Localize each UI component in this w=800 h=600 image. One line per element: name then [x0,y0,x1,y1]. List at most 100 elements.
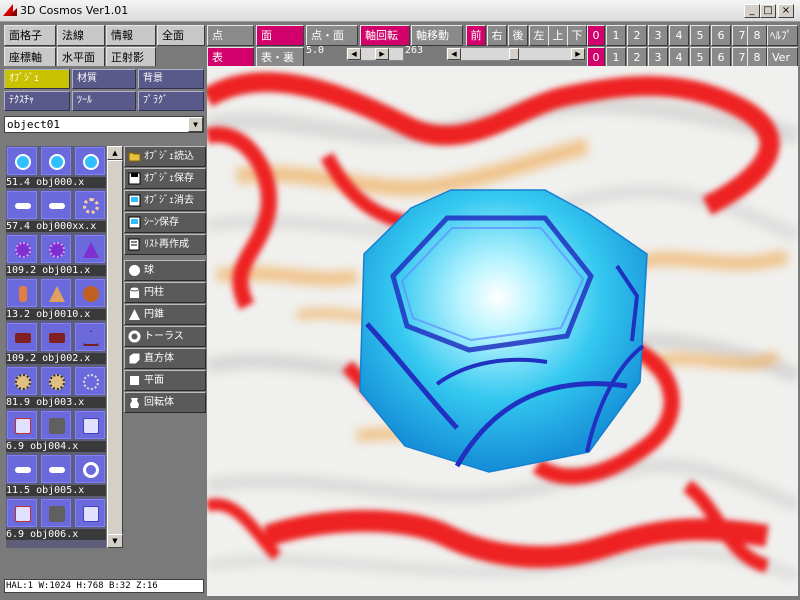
cube-icon [128,352,141,365]
title-bar: 3D Cosmos Ver1.01 _ □ × [0,0,800,22]
load-object-button[interactable]: ｵﾌﾞｼﾞｪ読込 [124,146,206,167]
box-button[interactable]: 直方体 [124,348,206,369]
viewport-canvas[interactable] [207,66,798,596]
scroll-up-icon[interactable]: ▲ [107,146,123,160]
close-button[interactable]: × [778,4,794,18]
row2-num-8[interactable]: 8 [747,47,767,68]
toolbar-axis-rotate-button[interactable]: 軸回転 [360,25,410,46]
toolbar-horizontal-plane-button[interactable]: 水平面 [57,47,105,68]
window-title: 3D Cosmos Ver1.01 [20,4,129,17]
row1-num-0[interactable]: 0 [587,25,605,46]
main-slider[interactable]: ◀ ▶ [446,47,586,61]
toolbar-allface-button[interactable]: 全面 [157,25,205,46]
torus-label: トーラス [144,331,184,342]
row1-num-4[interactable]: 4 [669,25,689,46]
row2-num-2[interactable]: 2 [627,47,647,68]
cylinder-icon [129,286,140,298]
3d-object[interactable] [359,189,648,473]
plane-button[interactable]: 平面 [124,370,206,391]
toolbar-point-button[interactable]: 点 [207,25,254,46]
rebuild-list-button[interactable]: ﾘｽﾄ再作成 [124,234,206,255]
toolbar-axis-move-button[interactable]: 軸移動 [411,25,463,46]
thumbnail-row[interactable]: 6.9 obj006.x [6,498,106,542]
thumbnail-row[interactable]: 11.5 obj005.x [6,454,106,498]
row2-num-3[interactable]: 3 [648,47,668,68]
torus-button[interactable]: トーラス [124,326,206,347]
help-button[interactable]: ﾍﾙﾌﾟ [767,25,798,46]
row2-num-4[interactable]: 4 [669,47,689,68]
main-slider-right-arrow-icon[interactable]: ▶ [571,48,585,60]
save-scene-label: ｼｰﾝ保存 [144,217,179,228]
tab-object[interactable]: ｵﾌﾞｼﾞｪ [4,69,70,89]
toolbar-info-button[interactable]: 情報 [106,25,156,46]
lathe-label: 回転体 [144,397,174,408]
toolbar-normal-button[interactable]: 法線 [57,25,105,46]
thumbnail-label: 51.4 obj000.x [6,177,106,188]
version-button[interactable]: Ver [767,47,798,68]
scroll-thumb[interactable] [107,160,123,544]
row1-num-5[interactable]: 5 [690,25,710,46]
row2-num-1[interactable]: 1 [606,47,626,68]
view-right-button[interactable]: 右 [487,25,507,46]
3d-viewport[interactable] [207,66,798,596]
view-left-button[interactable]: 左 [529,25,549,46]
object-select[interactable]: object01 ▼ [4,116,204,133]
slider-left-arrow-icon[interactable]: ◀ [347,48,361,60]
save-scene-button[interactable]: ｼｰﾝ保存 [124,212,206,233]
row2-num-0[interactable]: 0 [587,47,605,68]
row2-num-6[interactable]: 6 [711,47,731,68]
tab-background[interactable]: 背景 [138,69,204,89]
row1-num-2[interactable]: 2 [627,25,647,46]
row1-num-1[interactable]: 1 [606,25,626,46]
lathe-button[interactable]: 回転体 [124,392,206,413]
row1-num-3[interactable]: 3 [648,25,668,46]
scroll-down-icon[interactable]: ▼ [107,534,123,548]
thumbnail-label: 13.2 obj0010.x [6,309,106,320]
chevron-down-icon[interactable]: ▼ [188,117,203,132]
maximize-button[interactable]: □ [760,4,776,18]
row2-num-5[interactable]: 5 [690,47,710,68]
toolbar-pointface-button[interactable]: 点・面 [306,25,358,46]
thumbnail-label: 81.9 obj003.x [6,397,106,408]
tab-tool[interactable]: ﾂｰﾙ [72,91,136,111]
cylinder-label: 円柱 [144,287,164,298]
minimize-button[interactable]: _ [744,4,760,18]
lathe-icon [130,398,139,408]
delete-object-button[interactable]: ｵﾌﾞｼﾞｪ消去 [124,190,206,211]
cylinder-button[interactable]: 円柱 [124,282,206,303]
sphere-button[interactable]: 球 [124,260,206,281]
toolbar-grid-button[interactable]: 面格子 [4,25,56,46]
tab-plugin[interactable]: ﾌﾟﾗｸﾞ [138,91,204,111]
main-slider-left-arrow-icon[interactable]: ◀ [447,48,461,60]
thumbnail-row[interactable]: 109.2 obj001.x [6,234,106,278]
object-thumbnail-list: 51.4 obj000.x 57.4 obj000xx.x 109.2 obj0… [6,146,106,548]
small-slider[interactable]: ◀ ▶ [346,47,404,61]
tab-material[interactable]: 材質 [72,69,136,89]
view-front-button[interactable]: 前 [466,25,486,46]
save-icon [128,172,141,185]
row1-num-6[interactable]: 6 [711,25,731,46]
plane-icon [130,376,139,385]
cone-button[interactable]: 円錐 [124,304,206,325]
toolbar-ortho-button[interactable]: 正射影 [106,47,156,68]
save-object-button[interactable]: ｵﾌﾞｼﾞｪ保存 [124,168,206,189]
thumbnail-row[interactable]: 109.2 obj002.x [6,322,106,366]
view-bottom-button[interactable]: 下 [567,25,587,46]
thumbnail-row[interactable]: 51.4 obj000.x [6,146,106,190]
thumbnail-row[interactable]: 57.4 obj000xx.x [6,190,106,234]
thumbnail-scrollbar[interactable]: ▲ ▼ [107,146,123,548]
thumbnail-row[interactable]: 81.9 obj003.x [6,366,106,410]
view-back-button[interactable]: 後 [508,25,528,46]
toolbar-front-side-button[interactable]: 表 [207,47,254,68]
toolbar-both-sides-button[interactable]: 表・裏 [256,47,304,68]
thumbnail-row[interactable]: 13.2 obj0010.x [6,278,106,322]
toolbar-face-button[interactable]: 面 [256,25,304,46]
main-slider-thumb[interactable] [509,48,519,60]
view-top-button[interactable]: 上 [548,25,568,46]
thumbnail-row[interactable]: 6.9 obj004.x [6,410,106,454]
toolbar-axis-button[interactable]: 座標軸 [4,47,56,68]
tab-texture[interactable]: ﾃｸｽﾁｬ [4,91,70,111]
slider-right-arrow-icon[interactable]: ▶ [375,48,389,60]
thumbnail-label: 11.5 obj005.x [6,485,106,496]
row1-num-8[interactable]: 8 [747,25,767,46]
